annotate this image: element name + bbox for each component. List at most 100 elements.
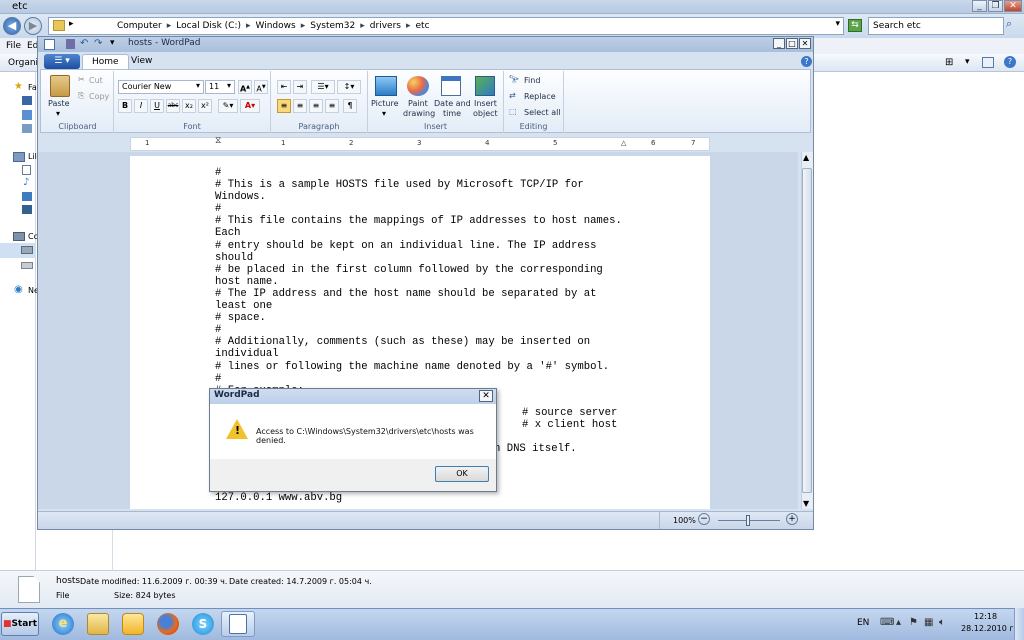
align-right-button[interactable]: ≡ (309, 99, 323, 113)
taskbar-firefox[interactable] (151, 611, 185, 637)
videos-icon[interactable] (22, 205, 32, 214)
grow-font-button[interactable]: A▲ (238, 80, 252, 94)
tab-view[interactable]: View (122, 54, 161, 70)
recent-places-icon[interactable] (22, 124, 32, 133)
indent-marker[interactable]: ⧖ (215, 136, 221, 146)
scroll-up-arrow-icon[interactable]: ▲ (803, 153, 809, 162)
font-family-dropdown-icon[interactable]: ▾ (196, 81, 200, 90)
restore-button[interactable]: ❐ (988, 0, 1003, 12)
preview-pane-icon[interactable] (982, 57, 994, 68)
paragraph-settings-button[interactable]: ¶ (343, 99, 357, 113)
dialog-close-button[interactable]: ✕ (479, 390, 493, 402)
scroll-down-arrow-icon[interactable]: ▼ (803, 499, 809, 508)
paint-drawing-icon[interactable] (407, 76, 429, 96)
back-button[interactable]: ◀ (3, 17, 21, 35)
wordpad-minimize-button[interactable]: _ (773, 38, 785, 49)
clock-date[interactable]: 28.12.2010 г. (961, 624, 1016, 633)
italic-button[interactable]: I (134, 99, 148, 113)
picture-dropdown-icon[interactable]: ▾ (382, 109, 386, 118)
zoom-slider-thumb[interactable] (746, 515, 750, 526)
replace-button[interactable]: Replace (524, 92, 556, 101)
insert-object-icon[interactable] (475, 76, 495, 96)
application-menu-button[interactable]: ☰ ▾ (44, 54, 80, 69)
music-icon[interactable]: ♪ (23, 177, 29, 188)
undo-icon[interactable]: ↶ (80, 38, 88, 49)
wordpad-maximize-button[interactable]: □ (786, 38, 798, 49)
select-all-button[interactable]: Select all (524, 108, 561, 117)
ruler[interactable]: 1 ⧖ 1 2 3 4 5 △ 6 7 (130, 136, 710, 151)
align-center-button[interactable]: ≡ (293, 99, 307, 113)
nav-favorites[interactable]: Fa (28, 83, 37, 92)
paste-button[interactable]: Paste (48, 99, 70, 108)
close-button[interactable]: ✕ (1004, 0, 1022, 12)
paint-drawing-label-1[interactable]: Paint (408, 99, 428, 108)
zoom-out-icon[interactable]: − (698, 513, 710, 525)
breadcrumb-windows[interactable]: Windows (256, 19, 296, 33)
quick-access-dropdown-icon[interactable]: ▾ (110, 38, 115, 48)
insert-object-label-1[interactable]: Insert (474, 99, 497, 108)
help-icon[interactable]: ? (1004, 56, 1016, 68)
picture-icon[interactable] (375, 76, 397, 96)
documents-icon[interactable] (22, 165, 31, 175)
subscript-button[interactable]: x₂ (182, 99, 196, 113)
local-disk-icon[interactable] (21, 246, 33, 254)
keyboard-icon[interactable]: ⌨ (880, 617, 894, 628)
find-button[interactable]: Find (524, 76, 540, 85)
date-time-label-2[interactable]: time (443, 109, 461, 118)
desktop-icon[interactable] (22, 96, 32, 105)
breadcrumb-local-disk[interactable]: Local Disk (C:) (176, 19, 241, 33)
bold-button[interactable]: B (118, 99, 132, 113)
volume-icon[interactable]: 🔈︎ (939, 617, 945, 628)
ok-button[interactable]: OK (435, 466, 489, 482)
scrollbar-thumb[interactable] (802, 168, 812, 493)
breadcrumb-drivers[interactable]: drivers (370, 19, 401, 33)
font-family-select[interactable]: Courier New (118, 80, 204, 94)
wordpad-close-button[interactable]: ✕ (799, 38, 811, 49)
help-icon[interactable]: ? (801, 56, 812, 67)
paint-drawing-label-2[interactable]: drawing (403, 109, 435, 118)
taskbar-explorer[interactable] (81, 611, 115, 637)
highlight-color-button[interactable]: ✎▾ (218, 99, 238, 113)
copy-button[interactable]: Copy (89, 92, 109, 101)
shrink-font-button[interactable]: A▼ (254, 80, 268, 94)
taskbar-messenger[interactable] (116, 611, 150, 637)
action-center-icon[interactable]: ⚑ (909, 617, 918, 628)
underline-button[interactable]: U (150, 99, 164, 113)
cut-button[interactable]: Cut (89, 76, 103, 85)
chevron-up-icon[interactable]: ▴ (896, 617, 901, 628)
pictures-icon[interactable] (22, 192, 32, 201)
strikethrough-button[interactable]: abc (166, 99, 180, 113)
taskbar-internet-explorer[interactable]: e (46, 611, 80, 637)
network-tray-icon[interactable]: ▦ (924, 617, 933, 628)
breadcrumb-etc[interactable]: etc (416, 19, 430, 33)
start-button[interactable]: ■Start (1, 612, 39, 636)
paste-icon[interactable] (50, 75, 70, 97)
superscript-button[interactable]: x² (198, 99, 212, 113)
breadcrumb-system32[interactable]: System32 (310, 19, 355, 33)
font-size-dropdown-icon[interactable]: ▾ (227, 81, 231, 90)
address-bar[interactable]: ▸ Computer ▸ Local Disk (C:) ▸ Windows ▸ Sy… (48, 17, 844, 35)
font-color-button[interactable]: A▾ (240, 99, 260, 113)
right-indent-marker[interactable]: △ (621, 139, 626, 147)
increase-indent-button[interactable]: ⇥ (293, 80, 307, 94)
breadcrumb-computer[interactable]: Computer (117, 19, 162, 33)
address-dropdown-icon[interactable]: ▾ (835, 19, 840, 29)
search-icon[interactable]: ⌕ (1006, 17, 1022, 35)
paste-dropdown-icon[interactable]: ▾ (56, 109, 60, 118)
forward-button[interactable]: ▶ (24, 17, 42, 35)
search-input[interactable]: Search etc (868, 17, 1004, 35)
downloads-icon[interactable] (22, 110, 32, 120)
zoom-in-icon[interactable]: + (786, 513, 798, 525)
justify-button[interactable]: ≡ (325, 99, 339, 113)
redo-icon[interactable]: ↷ (94, 38, 102, 49)
nav-libraries[interactable]: Lil (28, 152, 37, 161)
picture-button[interactable]: Picture (371, 99, 399, 108)
insert-object-label-2[interactable]: object (473, 109, 498, 118)
line-spacing-button[interactable]: ↕▾ (337, 80, 361, 94)
clock-time[interactable]: 12:18 (974, 612, 997, 621)
calendar-icon[interactable] (441, 76, 461, 96)
taskbar-skype[interactable]: S (186, 611, 220, 637)
refresh-icon[interactable]: ⇆ (848, 19, 862, 32)
decrease-indent-button[interactable]: ⇤ (277, 80, 291, 94)
show-desktop-button[interactable] (1014, 608, 1024, 640)
